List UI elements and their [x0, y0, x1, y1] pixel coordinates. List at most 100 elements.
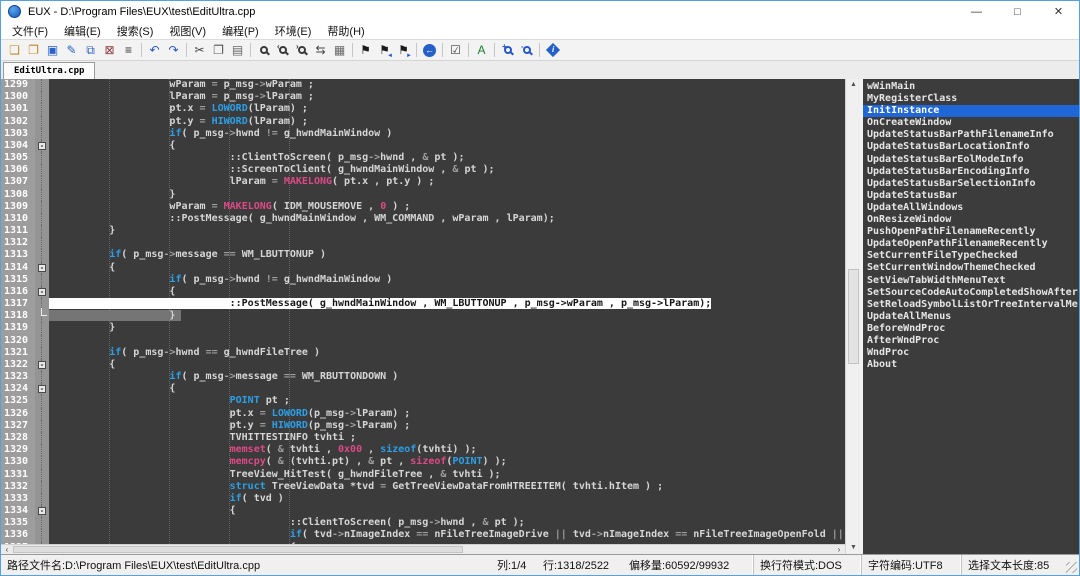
fold-margin[interactable]: [35, 91, 49, 103]
function-list-item[interactable]: SetCurrentWindowThemeChecked: [863, 262, 1080, 274]
fold-margin[interactable]: [35, 456, 49, 468]
line-number[interactable]: 1304: [1, 140, 35, 152]
function-list-item[interactable]: SetSourceCodeAutoCompletedShowAfter: [863, 287, 1080, 299]
function-list-item[interactable]: SetCurrentFileTypeChecked: [863, 250, 1080, 262]
line-number[interactable]: 1314: [1, 262, 35, 274]
code-line[interactable]: 1299 wParam = p_msg->wParam ;: [1, 79, 845, 91]
save-file-icon[interactable]: ▣: [43, 41, 62, 59]
fold-margin[interactable]: [35, 79, 49, 91]
syntax-color-scheme-icon[interactable]: A: [472, 41, 491, 59]
fold-margin[interactable]: [35, 322, 49, 334]
fold-marker-icon[interactable]: -: [38, 288, 46, 296]
line-number[interactable]: 1301: [1, 103, 35, 115]
fold-margin[interactable]: [35, 201, 49, 213]
scroll-down-icon[interactable]: ▼: [846, 542, 861, 554]
code-line[interactable]: 1301 pt.x = LOWORD(lParam) ;: [1, 103, 845, 115]
close-button[interactable]: ✕: [1038, 1, 1079, 22]
line-number[interactable]: 1319: [1, 322, 35, 334]
function-list-item[interactable]: OnResizeWindow: [863, 214, 1080, 226]
line-number[interactable]: 1300: [1, 91, 35, 103]
line-number[interactable]: 1331: [1, 469, 35, 481]
function-list-item[interactable]: About: [863, 359, 1080, 371]
function-list-item[interactable]: UpdateOpenPathFilenameRecently: [863, 238, 1080, 250]
fold-margin[interactable]: [35, 481, 49, 493]
fold-margin[interactable]: [35, 493, 49, 505]
about-icon[interactable]: i: [543, 41, 562, 59]
fold-margin[interactable]: [35, 249, 49, 261]
menu-item-file[interactable]: 文件(F): [4, 23, 56, 39]
replace-icon[interactable]: ⇆: [311, 41, 330, 59]
code-line[interactable]: 1303 if( p_msg->hwnd != g_hwndMainWindow…: [1, 128, 845, 140]
copy-icon[interactable]: ❐: [209, 41, 228, 59]
code-editor[interactable]: 1299 wParam = p_msg->wParam ;1300 lParam…: [1, 79, 845, 554]
new-file-icon[interactable]: ❏: [5, 41, 24, 59]
code-line[interactable]: 1309 wParam = MAKELONG( IDM_MOUSEMOVE , …: [1, 201, 845, 213]
paste-icon[interactable]: ▤: [228, 41, 247, 59]
code-line[interactable]: 1325 POINT pt ;: [1, 395, 845, 407]
line-number[interactable]: 1299: [1, 79, 35, 91]
function-list-item[interactable]: UpdateStatusBarPathFilenameInfo: [863, 129, 1080, 141]
fold-margin[interactable]: [35, 116, 49, 128]
fold-margin[interactable]: [35, 542, 49, 544]
horizontal-scrollbar-thumb[interactable]: [13, 546, 463, 553]
code-line[interactable]: 1334- {: [1, 505, 845, 517]
line-number[interactable]: 1335: [1, 517, 35, 529]
fold-margin[interactable]: [35, 164, 49, 176]
fold-margin[interactable]: -: [35, 286, 49, 298]
code-line[interactable]: 1304- {: [1, 140, 845, 152]
menu-item-view[interactable]: 视图(V): [161, 23, 214, 39]
line-number[interactable]: 1309: [1, 201, 35, 213]
line-number[interactable]: 1326: [1, 408, 35, 420]
find-next-icon[interactable]: ›: [292, 41, 311, 59]
fold-margin[interactable]: [35, 310, 49, 322]
code-line[interactable]: 1327 pt.y = HIWORD(p_msg->lParam) ;: [1, 420, 845, 432]
fold-margin[interactable]: [35, 395, 49, 407]
fold-margin[interactable]: [35, 517, 49, 529]
scroll-right-icon[interactable]: ›: [833, 545, 845, 554]
save-all-files-icon[interactable]: ⧉: [81, 41, 100, 59]
find-previous-icon[interactable]: ‹: [273, 41, 292, 59]
line-number[interactable]: 1333: [1, 493, 35, 505]
function-list-item[interactable]: SetReloadSymbolListOrTreeIntervalMe: [863, 299, 1080, 311]
toggle-bookmark-icon[interactable]: ⚑: [356, 41, 375, 59]
function-list-item[interactable]: UpdateStatusBarEncodingInfo: [863, 166, 1080, 178]
line-number[interactable]: 1327: [1, 420, 35, 432]
line-number[interactable]: 1312: [1, 237, 35, 249]
fold-marker-icon[interactable]: -: [38, 385, 46, 393]
next-bookmark-icon[interactable]: ⚑►: [394, 41, 413, 59]
line-number[interactable]: 1310: [1, 213, 35, 225]
fold-margin[interactable]: [35, 152, 49, 164]
code-line[interactable]: 1305 ::ClientToScreen( p_msg->hwnd , & p…: [1, 152, 845, 164]
code-line[interactable]: 1336 if( tvd->nImageIndex == nFileTreeIm…: [1, 529, 845, 541]
fold-margin[interactable]: -: [35, 505, 49, 517]
fold-margin[interactable]: [35, 176, 49, 188]
code-line[interactable]: 1316- {: [1, 286, 845, 298]
code-line[interactable]: 1322- {: [1, 359, 845, 371]
line-number[interactable]: 1334: [1, 505, 35, 517]
code-line[interactable]: 1317 ::PostMessage( g_hwndMainWindow , W…: [1, 298, 845, 310]
fold-marker-icon[interactable]: -: [38, 507, 46, 515]
function-list-item[interactable]: UpdateStatusBarSelectionInfo: [863, 178, 1080, 190]
fold-margin[interactable]: [35, 237, 49, 249]
menu-item-edit[interactable]: 编辑(E): [56, 23, 109, 39]
fold-margin[interactable]: -: [35, 140, 49, 152]
line-number[interactable]: 1332: [1, 481, 35, 493]
zoom-out-icon[interactable]: -: [517, 41, 536, 59]
resize-grip-icon[interactable]: [1066, 562, 1077, 573]
line-number[interactable]: 1328: [1, 432, 35, 444]
file-list-icon[interactable]: ≡: [119, 41, 138, 59]
function-list-item[interactable]: InitInstance: [863, 105, 1080, 117]
code-line[interactable]: 1320: [1, 335, 845, 347]
replace-in-files-icon[interactable]: ▦: [330, 41, 349, 59]
line-number[interactable]: 1318: [1, 310, 35, 322]
code-line[interactable]: 1310 ::PostMessage( g_hwndMainWindow , W…: [1, 213, 845, 225]
function-list-item[interactable]: UpdateStatusBarLocationInfo: [863, 141, 1080, 153]
code-line[interactable]: 1321 if( p_msg->hwnd == g_hwndFileTree ): [1, 347, 845, 359]
find-icon[interactable]: [254, 41, 273, 59]
fold-margin[interactable]: [35, 335, 49, 347]
code-line[interactable]: 1337 {: [1, 542, 845, 544]
fold-margin[interactable]: -: [35, 262, 49, 274]
line-number[interactable]: 1337: [1, 542, 35, 544]
fold-marker-icon[interactable]: -: [38, 142, 46, 150]
code-line[interactable]: 1300 lParam = p_msg->lParam ;: [1, 91, 845, 103]
